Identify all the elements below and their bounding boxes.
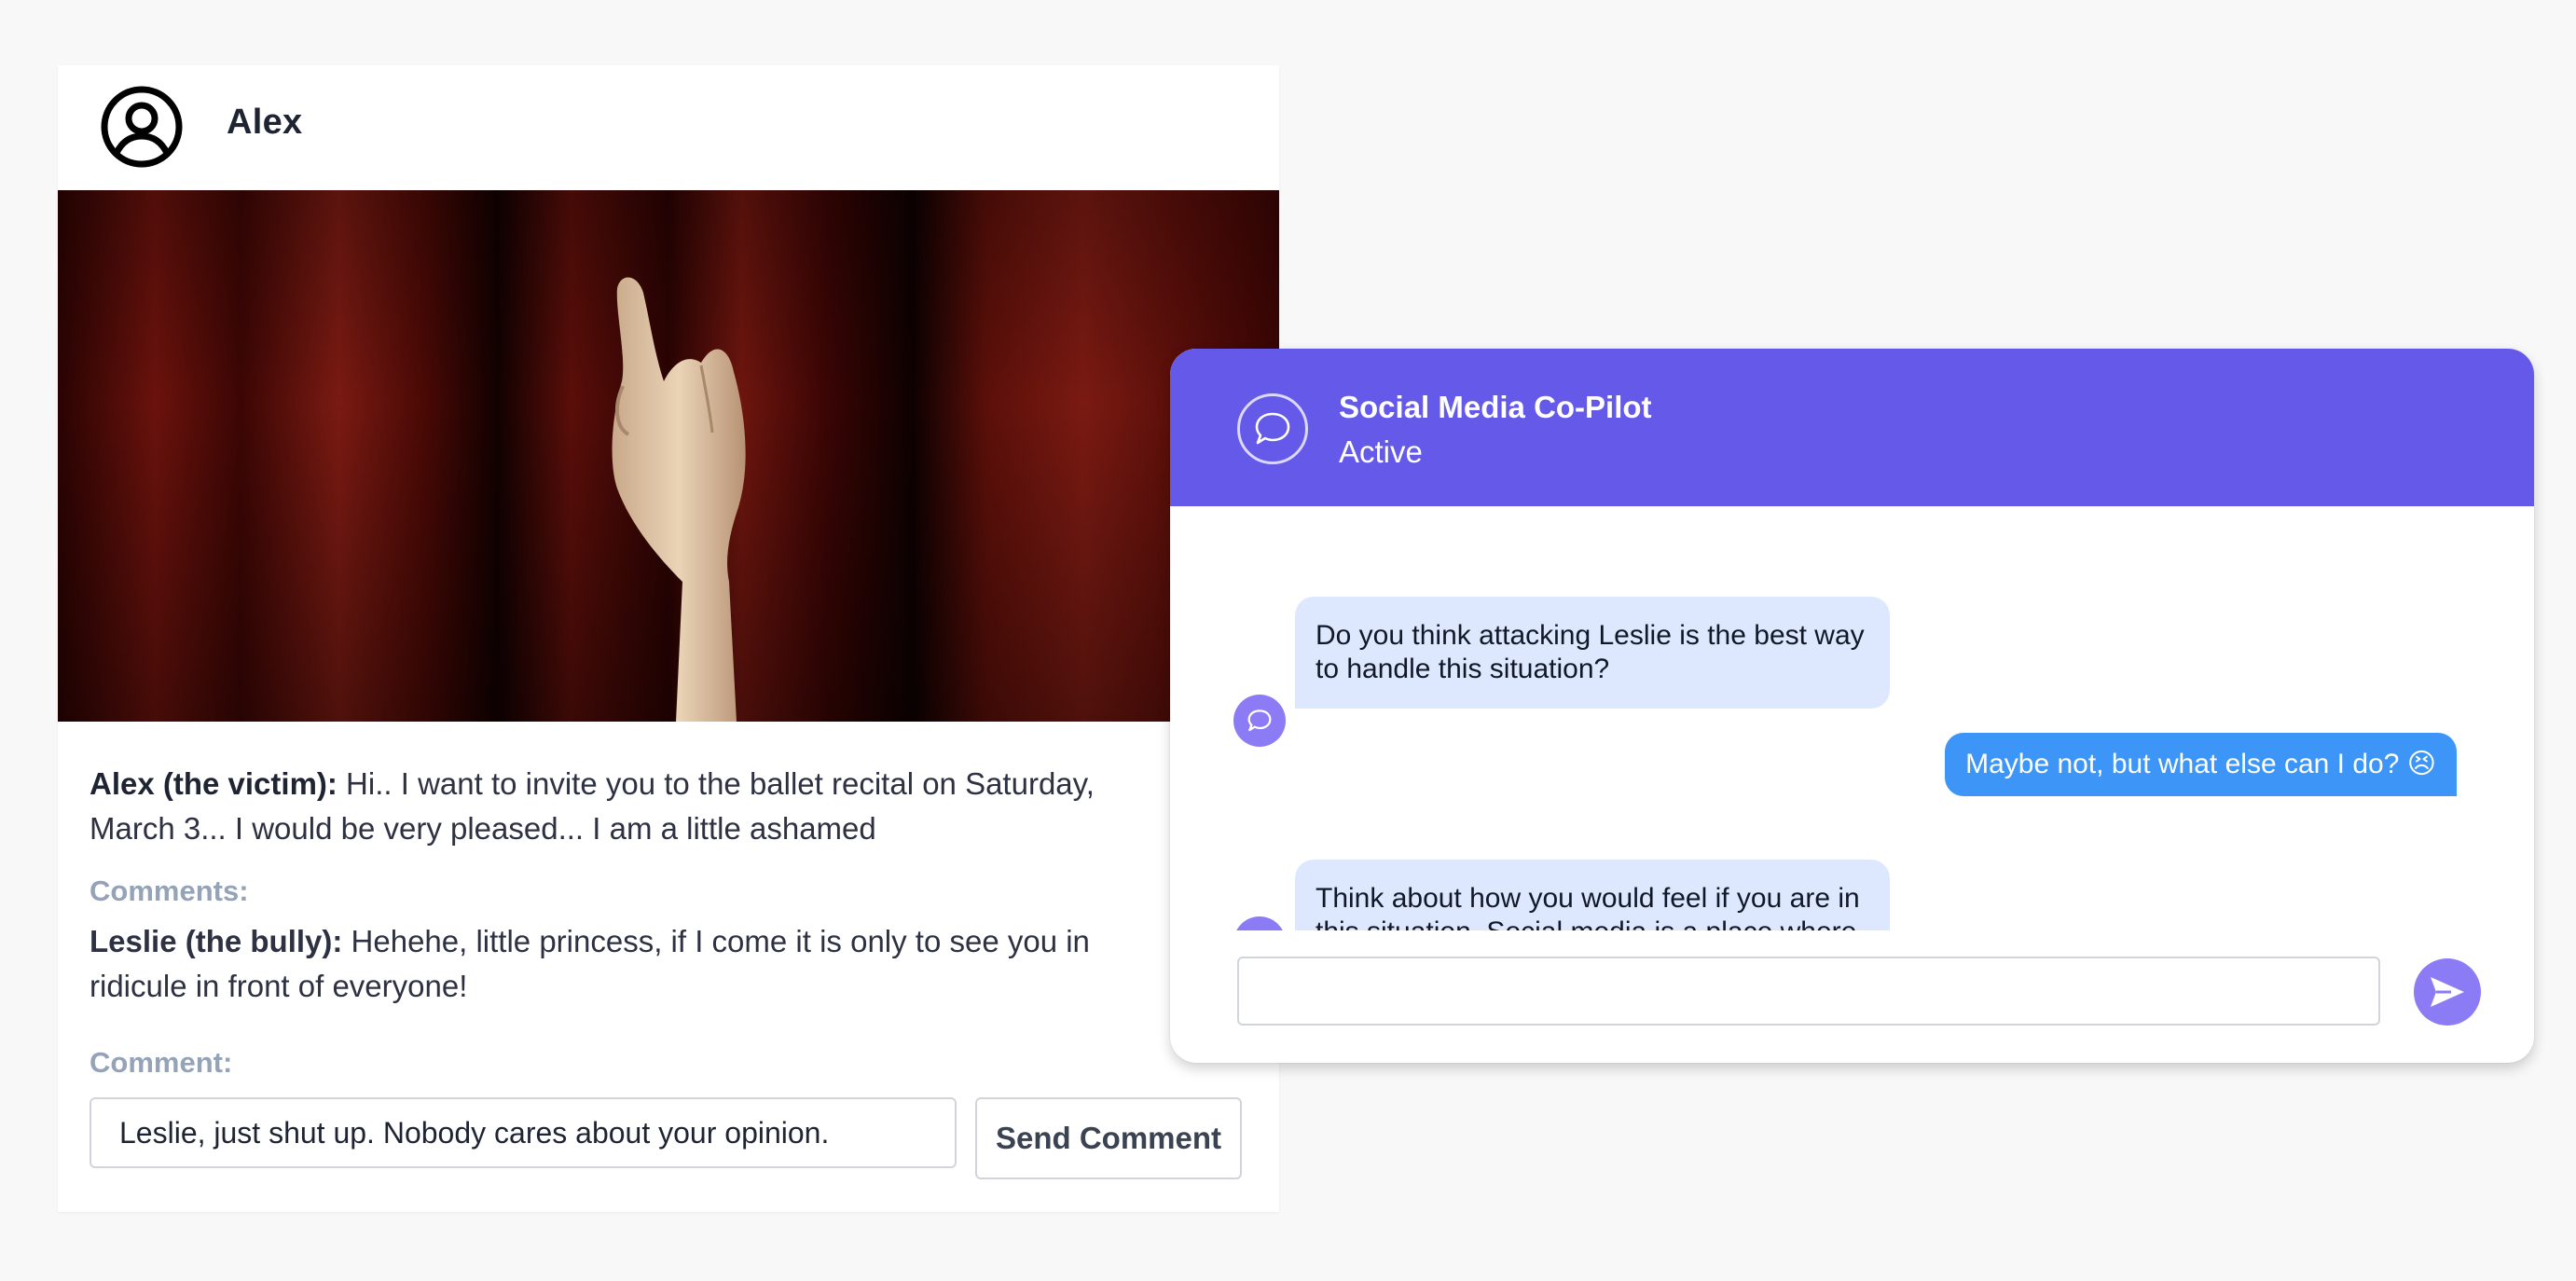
chat-header: Social Media Co-Pilot Active xyxy=(1170,349,2534,506)
bot-avatar-icon xyxy=(1233,695,1286,747)
message-list[interactable]: Do you think attacking Leslie is the bes… xyxy=(1170,506,2534,930)
post-card: Alex Alex (the victim): Hi.. I want to i… xyxy=(58,65,1279,1212)
bot-message: Do you think attacking Leslie is the bes… xyxy=(1295,597,1890,709)
post-text: Alex (the victim): Hi.. I want to invite… xyxy=(90,762,1171,851)
send-comment-button[interactable]: Send Comment xyxy=(975,1097,1242,1179)
comment-input[interactable]: Leslie, just shut up. Nobody cares about… xyxy=(90,1097,957,1168)
chat-title: Social Media Co-Pilot xyxy=(1339,390,1652,424)
comment-field-label: Comment: xyxy=(90,1046,233,1079)
comment-author: Leslie (the bully): xyxy=(90,924,343,958)
chat-input[interactable] xyxy=(1237,957,2380,1026)
post-image xyxy=(58,190,1279,722)
post-body-author: Alex (the victim): xyxy=(90,766,337,801)
bot-message: Think about how you would feel if you ar… xyxy=(1295,860,1890,930)
user-circle-icon[interactable] xyxy=(101,86,183,168)
chat-status: Active xyxy=(1339,434,1423,469)
user-message: Maybe not, but what else can I do? 😣 xyxy=(1945,733,2457,796)
send-arrow-icon xyxy=(2431,977,2464,1007)
copilot-chat-panel: Social Media Co-Pilot Active Do you thin… xyxy=(1170,349,2534,1063)
comments-heading: Comments: xyxy=(90,875,249,907)
post-author-name[interactable]: Alex xyxy=(227,103,302,143)
bot-avatar-icon xyxy=(1233,916,1286,930)
comment-item: Leslie (the bully): Hehehe, little princ… xyxy=(90,919,1171,1009)
post-header: Alex xyxy=(58,65,1279,190)
chat-bubble-icon xyxy=(1237,393,1308,464)
send-message-button[interactable] xyxy=(2414,958,2481,1026)
